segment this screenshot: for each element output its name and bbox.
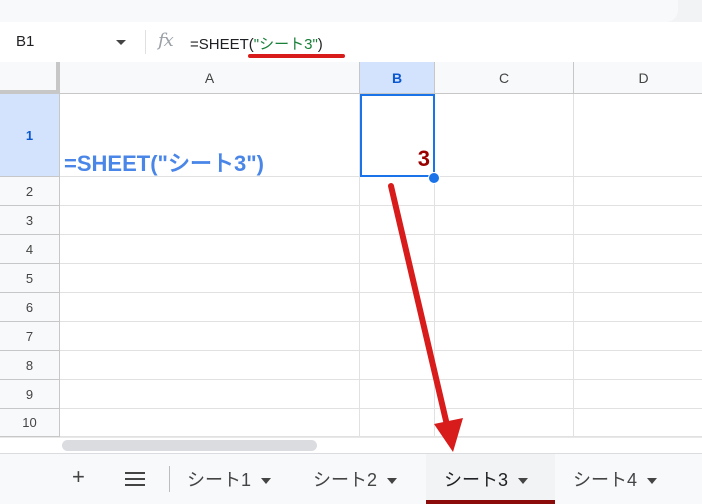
formula-bar-divider [145,30,146,54]
caret-down-icon[interactable] [518,478,529,485]
sheet-tab-label: シート2 [313,470,378,490]
grid-cell[interactable] [435,380,574,409]
grid-cell[interactable] [60,264,360,293]
grid-cell[interactable] [60,177,360,206]
grid-cell[interactable] [360,380,435,409]
column-header-d[interactable]: D [574,62,702,94]
row-header-7[interactable]: 7 [0,322,60,351]
column-header-a[interactable]: A [60,62,360,94]
grid-cell[interactable] [360,206,435,235]
name-box[interactable]: B1 [16,33,34,50]
column-header-c[interactable]: C [435,62,574,94]
grid-cell[interactable] [435,322,574,351]
row-header-1[interactable]: 1 [0,94,60,177]
sheet-tab-label: シート4 [573,470,638,490]
row-header-2[interactable]: 2 [0,177,60,206]
spreadsheet-grid: A B C D 1 2 3 4 5 6 7 8 9 10 =SHEET("シート… [0,62,702,452]
grid-cell[interactable] [435,409,574,437]
grid-cell[interactable] [574,351,702,380]
grid-cell[interactable] [574,177,702,206]
name-box-dropdown-icon[interactable] [116,40,126,45]
grid-cell[interactable] [360,293,435,322]
grid-cell[interactable] [60,351,360,380]
sheet-tab-1[interactable]: シート1 [187,466,272,492]
fx-icon: fx [158,30,174,51]
grid-cell[interactable] [574,264,702,293]
caret-down-icon[interactable] [647,478,658,485]
grid-cell[interactable] [60,322,360,351]
grid-cell[interactable] [360,177,435,206]
cell-c1[interactable] [435,94,574,177]
grid-cell[interactable] [574,322,702,351]
grid-cell[interactable] [60,380,360,409]
horizontal-scrollbar-thumb[interactable] [62,440,317,451]
sheet-tab-4[interactable]: シート4 [573,466,658,492]
grid-cell[interactable] [360,351,435,380]
grid-cell[interactable] [435,293,574,322]
grid-cell[interactable] [435,264,574,293]
formula-function: =SHEET [190,36,249,53]
grid-cell[interactable] [60,206,360,235]
grid-cell[interactable] [435,351,574,380]
grid-cell[interactable] [574,293,702,322]
formula-input[interactable]: =SHEET("シート3") [190,33,323,54]
row-header-8[interactable]: 8 [0,351,60,380]
grid-cell[interactable] [574,235,702,264]
row-header-10[interactable]: 10 [0,409,60,437]
cell-a1-text: =SHEET("シート3") [64,151,264,176]
active-sheet-underline [426,500,555,504]
cell-d1[interactable] [574,94,702,177]
select-all-corner[interactable] [0,62,60,94]
top-strip [0,0,702,22]
sheet-tab-3[interactable]: シート3 [444,466,529,492]
sheet-tab-2[interactable]: シート2 [313,466,398,492]
grid-cell[interactable] [360,409,435,437]
all-sheets-menu-icon[interactable] [125,472,145,490]
row-header-6[interactable]: 6 [0,293,60,322]
formula-annotation-underline [248,54,345,58]
cell-b1-value: 3 [417,146,430,171]
row-header-9[interactable]: 9 [0,380,60,409]
grid-cell[interactable] [60,293,360,322]
grid-cell[interactable] [574,409,702,437]
formula-paren-close: ) [317,36,323,53]
grid-cell[interactable] [60,235,360,264]
fill-handle[interactable] [428,172,440,184]
grid-cell[interactable] [360,322,435,351]
grid-cell[interactable] [435,177,574,206]
column-header-b[interactable]: B [360,62,435,94]
formula-string-arg: "シート3" [253,36,318,53]
row-header-4[interactable]: 4 [0,235,60,264]
sheet-tab-bar: + シート1 シート2 シート3 シート4 [0,453,702,504]
sheet-bar-divider [169,466,170,492]
grid-cell[interactable] [435,235,574,264]
add-sheet-icon[interactable]: + [72,466,85,488]
sheet-tab-label: シート1 [187,470,252,490]
sheet-tab-label: シート3 [444,470,509,490]
row-header-3[interactable]: 3 [0,206,60,235]
grid-cell[interactable] [360,264,435,293]
caret-down-icon[interactable] [261,478,272,485]
grid-cell[interactable] [60,409,360,437]
grid-cell[interactable] [360,235,435,264]
grid-cell[interactable] [574,380,702,409]
grid-cell[interactable] [574,206,702,235]
top-tab-area [0,0,678,22]
caret-down-icon[interactable] [387,478,398,485]
grid-cell[interactable] [435,206,574,235]
formula-bar: B1 fx =SHEET("シート3") [0,22,702,63]
row-header-5[interactable]: 5 [0,264,60,293]
